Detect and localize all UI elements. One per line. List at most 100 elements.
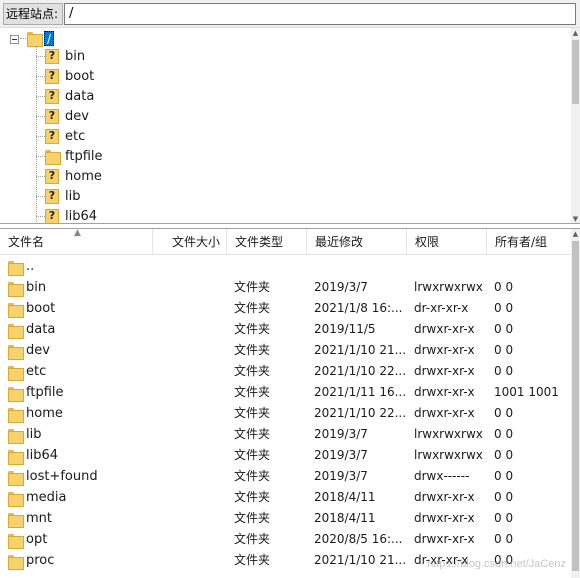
file-row[interactable]: ↗ lib 文件夹 2019/3/7 lrwxrwxrwx 0 0	[0, 424, 571, 445]
file-row[interactable]: boot 文件夹 2021/1/8 16:... dr-xr-xr-x 0 0	[0, 298, 571, 319]
tree-connector	[36, 96, 45, 97]
tree-item-label: dev	[65, 108, 89, 124]
tree-scrollbar[interactable]: ▲ ▼	[571, 28, 580, 223]
symlink-icon: ↗	[8, 287, 15, 295]
file-name-cell: etc	[8, 361, 148, 382]
file-row[interactable]: home 文件夹 2021/1/10 22... drwxr-xr-x 0 0	[0, 403, 571, 424]
file-name-cell: boot	[8, 298, 148, 319]
collapse-icon[interactable]	[10, 34, 19, 44]
file-type: 文件夹	[234, 490, 271, 504]
tree-item-label: boot	[65, 68, 95, 84]
tree-connector	[36, 196, 45, 197]
tree-item-home[interactable]: ? home	[45, 167, 102, 185]
file-owner: 0 0	[494, 322, 514, 336]
file-name-cell: media	[8, 487, 148, 508]
file-name-cell: ↗ bin	[8, 277, 148, 298]
file-modified: 2018/4/11	[314, 490, 376, 504]
file-name: proc	[26, 553, 55, 568]
file-name: lost+found	[26, 469, 98, 484]
file-modified: 2019/3/7	[314, 469, 368, 483]
scroll-up-icon[interactable]: ▲	[571, 229, 580, 239]
tree-connector	[36, 136, 45, 137]
file-row[interactable]: data 文件夹 2019/11/5 drwxr-xr-x 0 0	[0, 319, 571, 340]
tree-connector	[36, 76, 45, 77]
file-name-cell: home	[8, 403, 148, 424]
file-permissions: drwxr-xr-x	[414, 511, 475, 525]
file-type: 文件夹	[234, 469, 271, 483]
file-row[interactable]: lost+found 文件夹 2019/3/7 drwx------ 0 0	[0, 466, 571, 487]
remote-file-list: 文件名 ▲ 文件大小 文件类型 最近修改 权限 所有者/组 .. ↗ bin 文…	[0, 228, 580, 578]
file-row[interactable]: media 文件夹 2018/4/11 drwxr-xr-x 0 0	[0, 487, 571, 508]
column-header-filetype[interactable]: 文件类型	[227, 229, 307, 255]
scroll-up-icon[interactable]: ▲	[571, 28, 580, 38]
folder-question-icon: ?	[45, 88, 59, 104]
file-permissions: dr-xr-xr-x	[414, 301, 469, 315]
tree-item-dev[interactable]: ? dev	[45, 107, 89, 125]
file-permissions: drwxr-xr-x	[414, 364, 475, 378]
column-header-owner[interactable]: 所有者/组	[487, 229, 571, 255]
tree-item-lib[interactable]: ? lib	[45, 187, 80, 205]
tree-root-node[interactable]	[10, 31, 19, 47]
file-permissions: drwxr-xr-x	[414, 385, 475, 399]
file-name-cell: dev	[8, 340, 148, 361]
file-modified: 2021/1/11 16...	[314, 385, 407, 399]
list-scrollbar[interactable]: ▲	[571, 229, 580, 578]
file-type: 文件夹	[234, 301, 271, 315]
file-type: 文件夹	[234, 280, 271, 294]
folder-icon: ↗	[8, 428, 24, 444]
file-row[interactable]: dev 文件夹 2021/1/10 21... drwxr-xr-x 0 0	[0, 340, 571, 361]
file-row[interactable]: ↗ lib64 文件夹 2019/3/7 lrwxrwxrwx 0 0	[0, 445, 571, 466]
folder-question-icon: ?	[45, 48, 59, 64]
list-header: 文件名 ▲ 文件大小 文件类型 最近修改 权限 所有者/组	[0, 229, 580, 255]
tree-item-lib64[interactable]: ? lib64	[45, 207, 97, 223]
column-header-modified[interactable]: 最近修改	[307, 229, 407, 255]
file-name-cell: lost+found	[8, 466, 148, 487]
file-row[interactable]: ftpfile 文件夹 2021/1/11 16... drwxr-xr-x 1…	[0, 382, 571, 403]
tree-item-ftpfile[interactable]: ftpfile	[45, 147, 103, 165]
remote-path-input[interactable]: /	[64, 3, 576, 25]
watermark: https://blog.csdn.net/JaCenz	[427, 558, 566, 570]
file-owner: 0 0	[494, 427, 514, 441]
tree-root-label[interactable]: /	[44, 31, 55, 46]
file-name-cell: opt	[8, 529, 148, 550]
folder-icon: ↗	[8, 281, 24, 297]
file-name-cell: proc	[8, 550, 148, 571]
file-modified: 2021/1/10 22...	[314, 364, 407, 378]
file-owner	[494, 256, 574, 277]
file-name: opt	[26, 532, 48, 547]
tree-item-boot[interactable]: ? boot	[45, 67, 94, 85]
file-modified: 2019/11/5	[314, 322, 376, 336]
file-name: lib	[26, 427, 42, 442]
scroll-down-icon[interactable]: ▼	[571, 214, 580, 223]
file-permissions: lrwxrwxrwx	[414, 427, 483, 441]
file-permissions: drwxr-xr-x	[414, 322, 475, 336]
file-type: 文件夹	[234, 385, 271, 399]
tree-connector	[36, 216, 45, 217]
tree-scroll-thumb[interactable]	[572, 40, 579, 104]
file-name-cell: mnt	[8, 508, 148, 529]
file-owner: 0 0	[494, 490, 514, 504]
tree-item-label: etc	[65, 128, 86, 144]
tree-item-bin[interactable]: ? bin	[45, 47, 85, 65]
file-type: 文件夹	[234, 427, 271, 441]
file-row[interactable]: etc 文件夹 2021/1/10 22... drwxr-xr-x 0 0	[0, 361, 571, 382]
file-permissions: drwxr-xr-x	[414, 406, 475, 420]
sort-ascending-icon: ▲	[74, 228, 81, 238]
list-scroll-thumb[interactable]	[572, 241, 579, 571]
column-header-permissions[interactable]: 权限	[407, 229, 487, 255]
column-header-filesize[interactable]: 文件大小	[153, 229, 227, 255]
file-row[interactable]: opt 文件夹 2020/8/5 16:... drwxr-xr-x 0 0	[0, 529, 571, 550]
tree-item-label: home	[65, 168, 102, 184]
file-name: etc	[26, 364, 47, 379]
file-name: mnt	[26, 511, 52, 526]
file-name-cell: ftpfile	[8, 382, 148, 403]
file-name: ftpfile	[26, 385, 64, 400]
file-row[interactable]: mnt 文件夹 2018/4/11 drwxr-xr-x 0 0	[0, 508, 571, 529]
folder-question-icon: ?	[45, 128, 59, 144]
tree-item-data[interactable]: ? data	[45, 87, 94, 105]
file-row[interactable]: ↗ bin 文件夹 2019/3/7 lrwxrwxrwx 0 0	[0, 277, 571, 298]
file-row[interactable]: ..	[0, 256, 571, 277]
file-name: boot	[26, 301, 56, 316]
file-permissions: drwxr-xr-x	[414, 532, 475, 546]
tree-item-etc[interactable]: ? etc	[45, 127, 85, 145]
